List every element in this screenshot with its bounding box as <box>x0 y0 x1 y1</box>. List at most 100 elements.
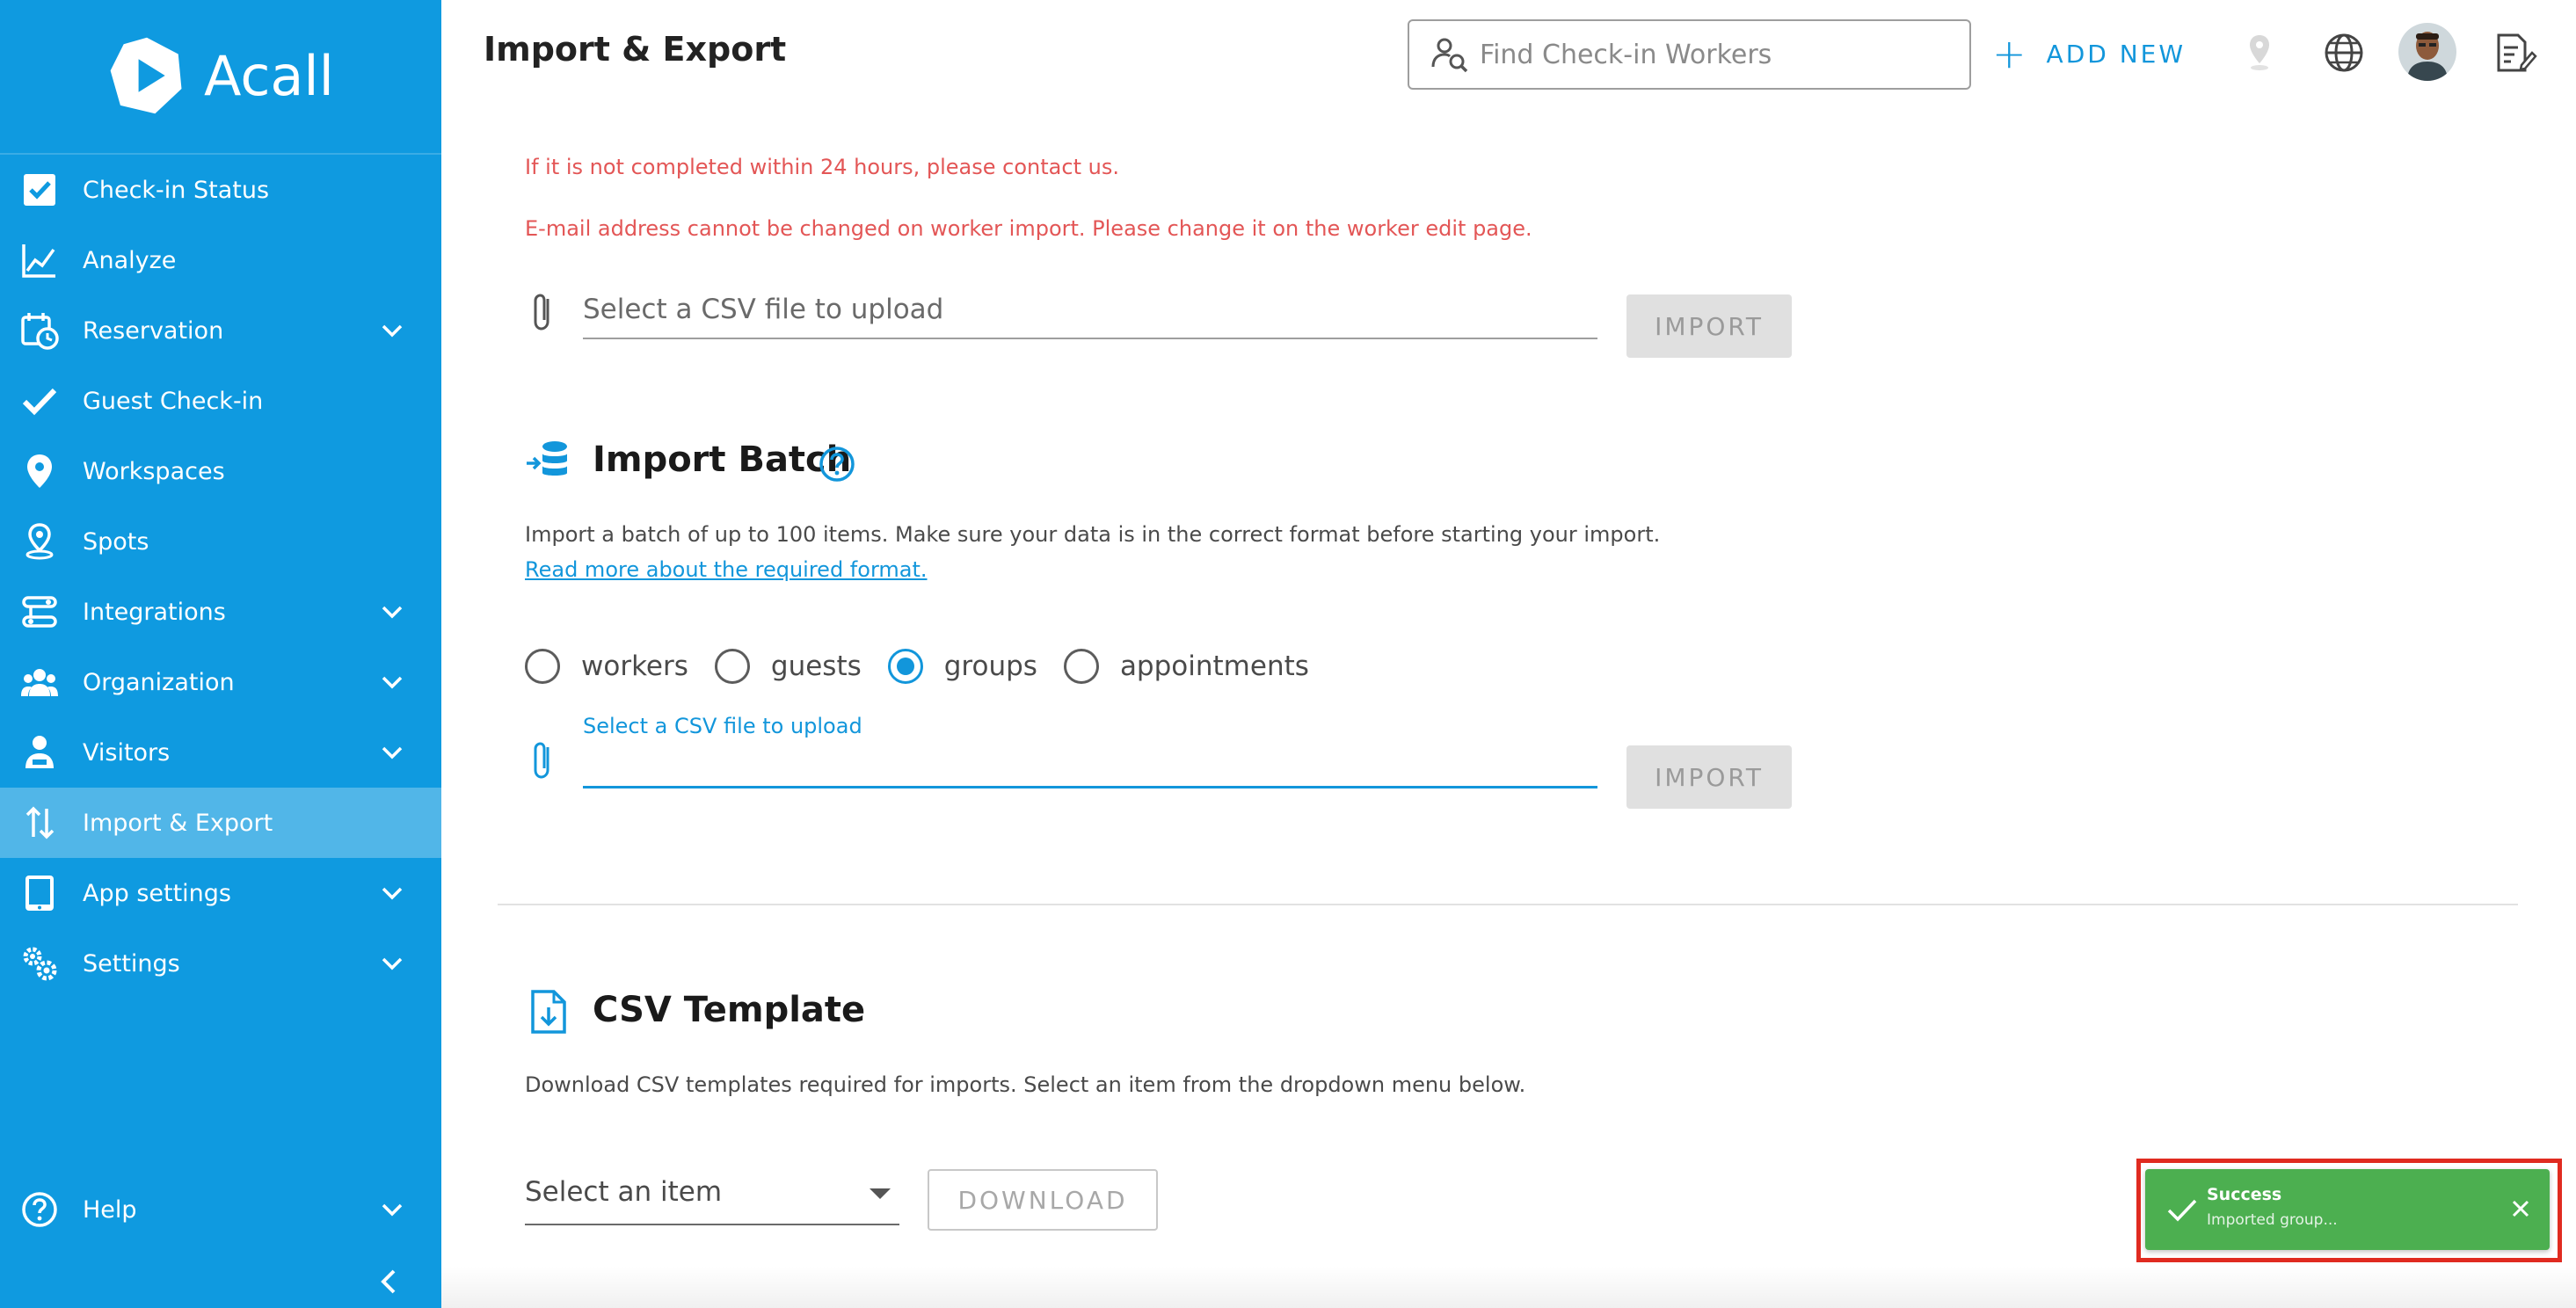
chevron-down-icon[interactable] <box>376 737 408 768</box>
chevron-down-icon[interactable] <box>376 596 408 628</box>
import-type-radio-group: workers guests groups appointments <box>525 640 1335 693</box>
location-pin-icon <box>19 451 60 491</box>
sidebar-item-app-settings[interactable]: App settings <box>0 858 441 928</box>
radio-appointments[interactable]: appointments <box>1063 649 1309 684</box>
spot-pin-icon <box>19 521 60 562</box>
radio-label: guests <box>770 650 862 682</box>
sidebar-item-organization[interactable]: Organization <box>0 647 441 717</box>
worker-file-upload[interactable]: Select a CSV file to upload <box>525 278 1791 348</box>
sidebar-item-label: Analyze <box>83 246 177 274</box>
import-batch-title: Import Batch <box>593 440 852 480</box>
file-upload-placeholder: Select a CSV file to upload <box>583 294 944 325</box>
radio-guests[interactable]: guests <box>714 649 862 684</box>
dropdown-caret-icon <box>870 1188 891 1199</box>
visitor-icon <box>19 732 60 773</box>
location-icon[interactable] <box>2237 30 2282 76</box>
help-circle-icon <box>19 1189 60 1230</box>
sidebar-item-spots[interactable]: Spots <box>0 506 441 577</box>
format-info-link[interactable]: Read more about the required format. <box>525 557 928 582</box>
select-value: Select an item <box>525 1176 723 1208</box>
calendar-clock-icon <box>19 310 60 351</box>
sidebar: Acall Check-in Status Analyze Reservatio… <box>0 0 441 1308</box>
sidebar-item-workspaces[interactable]: Workspaces <box>0 436 441 506</box>
integrations-icon <box>19 592 60 632</box>
checkbox-icon <box>19 170 60 210</box>
plus-icon: + <box>1992 30 2029 77</box>
sidebar-item-label: Integrations <box>83 598 226 626</box>
sidebar-item-analyze[interactable]: Analyze <box>0 225 441 295</box>
import-workers-button[interactable]: IMPORT <box>1626 294 1792 358</box>
acall-logo[interactable]: Acall <box>106 32 334 120</box>
sidebar-item-label: Guest Check-in <box>83 387 264 415</box>
acall-logo-icon <box>110 37 182 114</box>
sidebar-collapse-button[interactable] <box>373 1264 404 1299</box>
sidebar-item-guest-check-in[interactable]: Guest Check-in <box>0 366 441 436</box>
sidebar-item-label: Spots <box>83 527 149 556</box>
chevron-down-icon[interactable] <box>376 315 408 346</box>
toast-message: Imported group... <box>2207 1211 2338 1229</box>
radio-workers[interactable]: workers <box>525 649 688 684</box>
sidebar-item-label: Workspaces <box>83 457 225 485</box>
chevron-down-icon[interactable] <box>376 877 408 909</box>
add-new-button[interactable]: + ADD NEW <box>1992 32 2186 76</box>
success-toast: Success Imported group... <box>2145 1169 2550 1250</box>
radio-groups[interactable]: groups <box>887 649 1037 684</box>
search-input[interactable] <box>1480 28 1954 81</box>
paperclip-icon <box>534 294 549 331</box>
radio-button-selected[interactable] <box>887 649 923 684</box>
sidebar-item-label: Organization <box>83 668 235 696</box>
sidebar-item-import-export[interactable]: Import & Export <box>0 788 441 858</box>
app-name: Acall <box>204 43 334 108</box>
sidebar-item-integrations[interactable]: Integrations <box>0 577 441 647</box>
file-download-icon <box>531 990 566 1034</box>
radio-button[interactable] <box>525 649 560 684</box>
sidebar-item-label: Import & Export <box>83 809 273 837</box>
sidebar-item-label: App settings <box>83 879 232 907</box>
import-batch-button[interactable]: IMPORT <box>1626 745 1792 809</box>
close-icon[interactable] <box>2506 1194 2536 1224</box>
user-search-icon <box>1431 38 1468 73</box>
check-icon <box>19 381 60 421</box>
search-box[interactable] <box>1408 19 1971 90</box>
tablet-icon <box>19 873 60 913</box>
batch-file-upload-input[interactable] <box>583 786 1597 788</box>
sidebar-nav: Check-in Status Analyze Reservation Gues… <box>0 155 441 999</box>
sidebar-item-check-in-status[interactable]: Check-in Status <box>0 155 441 225</box>
batch-file-upload-label: Select a CSV file to upload <box>583 714 862 738</box>
check-icon <box>2167 1199 2197 1222</box>
section-divider <box>498 904 2518 905</box>
globe-icon[interactable] <box>2321 30 2367 76</box>
sidebar-item-label: Settings <box>83 949 180 977</box>
sidebar-item-label: Check-in Status <box>83 176 270 204</box>
import-batch-icon <box>527 441 567 476</box>
file-upload-underline <box>583 338 1597 339</box>
line-chart-icon <box>19 240 60 280</box>
page-title: Import & Export <box>484 30 787 69</box>
notes-icon[interactable] <box>2492 30 2537 76</box>
bottom-shadow <box>441 1266 2576 1308</box>
chevron-down-icon[interactable] <box>376 666 408 698</box>
avatar[interactable] <box>2398 23 2456 81</box>
add-new-label: ADD NEW <box>2046 39 2187 69</box>
sidebar-item-label: Reservation <box>83 316 224 345</box>
sidebar-item-help[interactable]: Help <box>0 1174 441 1245</box>
help-circle-icon[interactable] <box>818 445 856 483</box>
sidebar-item-visitors[interactable]: Visitors <box>0 717 441 788</box>
sidebar-item-label: Help <box>83 1195 137 1224</box>
radio-button[interactable] <box>714 649 750 684</box>
chevron-down-icon[interactable] <box>376 948 408 979</box>
user-avatar-icon <box>2398 23 2456 81</box>
import-batch-description: Import a batch of up to 100 items. Make … <box>525 522 1661 547</box>
template-select[interactable]: Select an item <box>525 1166 899 1225</box>
radio-button[interactable] <box>1063 649 1099 684</box>
sidebar-item-reservation[interactable]: Reservation <box>0 295 441 366</box>
sidebar-item-label: Visitors <box>83 738 171 767</box>
csv-template-title: CSV Template <box>593 990 866 1030</box>
toast-title: Success <box>2207 1185 2282 1204</box>
radio-label: appointments <box>1119 650 1309 682</box>
csv-template-description: Download CSV templates required for impo… <box>525 1072 1526 1097</box>
download-button[interactable]: DOWNLOAD <box>928 1169 1158 1231</box>
sidebar-item-settings[interactable]: Settings <box>0 928 441 999</box>
chevron-down-icon[interactable] <box>376 1194 408 1225</box>
gears-icon <box>19 943 60 984</box>
